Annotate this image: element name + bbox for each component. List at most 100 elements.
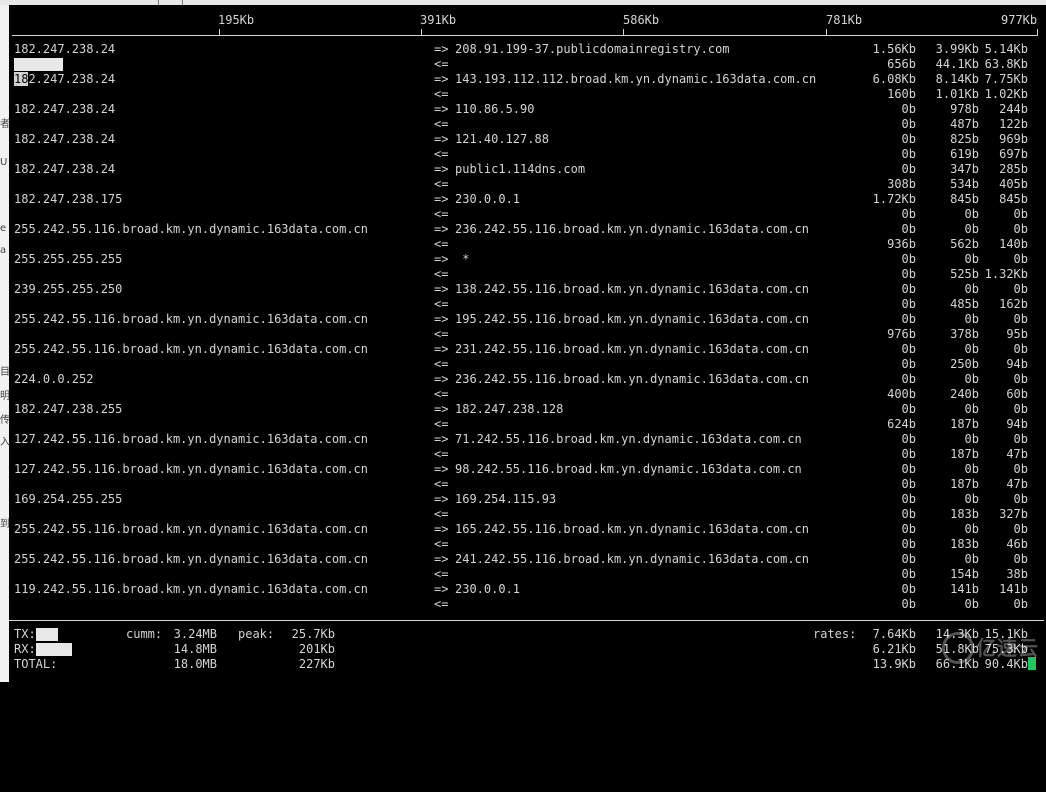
connection-row-in[interactable]: <= 0b 250b 94b: [9, 357, 1044, 372]
connection-destination: 208.91.199-37.publicdomainregistry.com: [455, 42, 730, 56]
connection-row-out[interactable]: 255.242.55.116.broad.km.yn.dynamic.163da…: [9, 222, 1044, 237]
peak-label: peak:: [238, 627, 275, 641]
rates-label: rates:: [813, 627, 857, 641]
scale-tick: [219, 29, 220, 36]
arrow-out: =>: [434, 582, 449, 596]
rate-out-2s: 0b: [901, 252, 916, 266]
rx-cumm: 14.8MB: [173, 642, 217, 656]
rate-in-10s: 485b: [950, 297, 979, 311]
connection-row-in[interactable]: <= 0b 485b 162b: [9, 297, 1044, 312]
connection-row-in[interactable]: <= 976b 378b 95b: [9, 327, 1044, 342]
rate-out-40s: 0b: [1013, 372, 1028, 386]
connection-row-in[interactable]: <= 656b 44.1Kb 63.8Kb: [9, 57, 1044, 72]
connection-row-in[interactable]: <= 0b 187b 47b: [9, 477, 1044, 492]
arrow-out: =>: [434, 252, 449, 266]
connection-row-out[interactable]: 182.247.238.24 => 110.86.5.90 0b 978b 244b: [9, 102, 1044, 117]
connection-row-in[interactable]: <= 308b 534b 405b: [9, 177, 1044, 192]
connection-row-in[interactable]: <= 0b 0b 0b: [9, 597, 1044, 612]
rate-out-2s: 0b: [901, 282, 916, 296]
connection-row-out[interactable]: 182.247.238.24 => 121.40.127.88 0b 825b 969b: [9, 132, 1044, 147]
arrow-in: <=: [434, 177, 449, 191]
arrow-in: <=: [434, 567, 449, 581]
connection-row-in[interactable]: <= 0b 619b 697b: [9, 147, 1044, 162]
tx-peak: 25.7Kb: [291, 627, 335, 641]
rate-in-2s: 976b: [887, 327, 916, 341]
connection-row-out[interactable]: 182.247.238.24 => 208.91.199-37.publicdoma…: [9, 42, 1044, 57]
connection-source: 255.242.55.116.broad.km.yn.dynamic.163da…: [14, 222, 369, 236]
arrow-in: <=: [434, 387, 449, 401]
rate-out-40s: 0b: [1013, 252, 1028, 266]
connection-row-out[interactable]: 182.247.238.175 => 230.0.0.1 1.72Kb 845b 845b: [9, 192, 1044, 207]
connection-source: 119.242.55.116.broad.km.yn.dynamic.163da…: [14, 582, 369, 596]
connection-row-in[interactable]: <= 160b 1.01Kb 1.02Kb: [9, 87, 1044, 102]
rate-in-10s: 187b: [950, 447, 979, 461]
iftop-terminal[interactable]: 195Kb 391Kb 586Kb 781Kb 977Kb 182.247.23…: [9, 5, 1044, 682]
connection-destination: 98.242.55.116.broad.km.yn.dynamic.163dat…: [455, 462, 802, 476]
rate-out-2s: 0b: [901, 102, 916, 116]
scale-label: 781Kb: [826, 13, 863, 27]
connection-row-in[interactable]: <= 0b 187b 47b: [9, 447, 1044, 462]
connection-row-out[interactable]: 224.0.0.252 => 236.242.55.116.broad.km.yn.…: [9, 372, 1044, 387]
connection-row-out[interactable]: 127.242.55.116.broad.km.yn.dynamic.163da…: [9, 462, 1044, 477]
connection-row-out[interactable]: 182.247.238.24 => 143.193.112.112.broad.km…: [9, 72, 1044, 87]
connection-row-in[interactable]: <= 0b 183b 327b: [9, 507, 1044, 522]
rate-in-40s: 63.8Kb: [984, 57, 1028, 71]
rate-in-10s: 619b: [950, 147, 979, 161]
rate-out-10s: 978b: [950, 102, 979, 116]
connection-row-out[interactable]: 255.242.55.116.broad.km.yn.dynamic.163da…: [9, 312, 1044, 327]
rate-out-10s: 0b: [964, 522, 979, 536]
connection-row-out[interactable]: 255.242.55.116.broad.km.yn.dynamic.163da…: [9, 522, 1044, 537]
scale-tick: [1037, 29, 1038, 36]
connection-row-out[interactable]: 239.255.255.250 => 138.242.55.116.broad.km…: [9, 282, 1044, 297]
arrow-in: <=: [434, 147, 449, 161]
footer-separator: [9, 620, 1044, 621]
rate-in-40s: 47b: [1006, 477, 1028, 491]
connection-row-out[interactable]: 127.242.55.116.broad.km.yn.dynamic.163da…: [9, 432, 1044, 447]
edge-text: a: [0, 245, 7, 256]
rate-in-2s: 308b: [887, 177, 916, 191]
rate-in-40s: 47b: [1006, 447, 1028, 461]
tx-label: TX:: [14, 627, 58, 642]
connection-destination: 169.254.115.93: [455, 492, 557, 506]
total-peak: 227Kb: [298, 657, 335, 671]
rate-in-2s: 656b: [887, 57, 916, 71]
rate-out-40s: 969b: [999, 132, 1028, 146]
arrow-in: <=: [434, 297, 449, 311]
rate-out-40s: 285b: [999, 162, 1028, 176]
connection-row-in[interactable]: <= 0b 0b 0b: [9, 207, 1044, 222]
connection-row-in[interactable]: <= 0b 487b 122b: [9, 117, 1044, 132]
connection-row-in[interactable]: <= 0b 183b 46b: [9, 537, 1044, 552]
connection-row-out[interactable]: 182.247.238.24 => public1.114dns.com 0b 347b…: [9, 162, 1044, 177]
connection-row-in[interactable]: <= 0b 525b 1.32Kb: [9, 267, 1044, 282]
rate-in-10s: 562b: [950, 237, 979, 251]
rate-in-10s: 0b: [964, 207, 979, 221]
arrow-in: <=: [434, 357, 449, 371]
arrow-in: <=: [434, 477, 449, 491]
rate-out-10s: 347b: [950, 162, 979, 176]
rate-in-2s: 0b: [901, 567, 916, 581]
connection-row-in[interactable]: <= 624b 187b 94b: [9, 417, 1044, 432]
rate-out-40s: 0b: [1013, 222, 1028, 236]
rate-in-10s: 187b: [950, 417, 979, 431]
connection-row-in[interactable]: <= 400b 240b 60b: [9, 387, 1044, 402]
connection-row-out[interactable]: 255.242.55.116.broad.km.yn.dynamic.163da…: [9, 342, 1044, 357]
scale-label: 195Kb: [218, 13, 255, 27]
rate-out-2s: 0b: [901, 552, 916, 566]
rate-in-40s: 697b: [999, 147, 1028, 161]
arrow-out: =>: [434, 432, 449, 446]
rate-in-40s: 0b: [1013, 597, 1028, 611]
rate-out-10s: 141b: [950, 582, 979, 596]
connection-row-out[interactable]: 119.242.55.116.broad.km.yn.dynamic.163da…: [9, 582, 1044, 597]
rate-out-2s: 0b: [901, 162, 916, 176]
connection-row-in[interactable]: <= 936b 562b 140b: [9, 237, 1044, 252]
rate-out-2s: 0b: [901, 132, 916, 146]
arrow-out: =>: [434, 72, 449, 86]
connection-source: 182.247.238.255: [14, 402, 123, 416]
connection-row-out[interactable]: 169.254.255.255 => 169.254.115.93 0b 0b 0b: [9, 492, 1044, 507]
connection-row-out[interactable]: 255.242.55.116.broad.km.yn.dynamic.163da…: [9, 552, 1044, 567]
footer-rx-row: RX: 14.8MB 201Kb 6.21Kb 51.8Kb 75.3Kb: [9, 642, 1044, 657]
connection-row-out[interactable]: 182.247.238.255 => 182.247.238.128 0b 0b 0b: [9, 402, 1044, 417]
connection-row-out[interactable]: 255.255.255.255 => * 0b 0b 0b: [9, 252, 1044, 267]
connection-row-in[interactable]: <= 0b 154b 38b: [9, 567, 1044, 582]
connection-destination: 71.242.55.116.broad.km.yn.dynamic.163dat…: [455, 432, 802, 446]
